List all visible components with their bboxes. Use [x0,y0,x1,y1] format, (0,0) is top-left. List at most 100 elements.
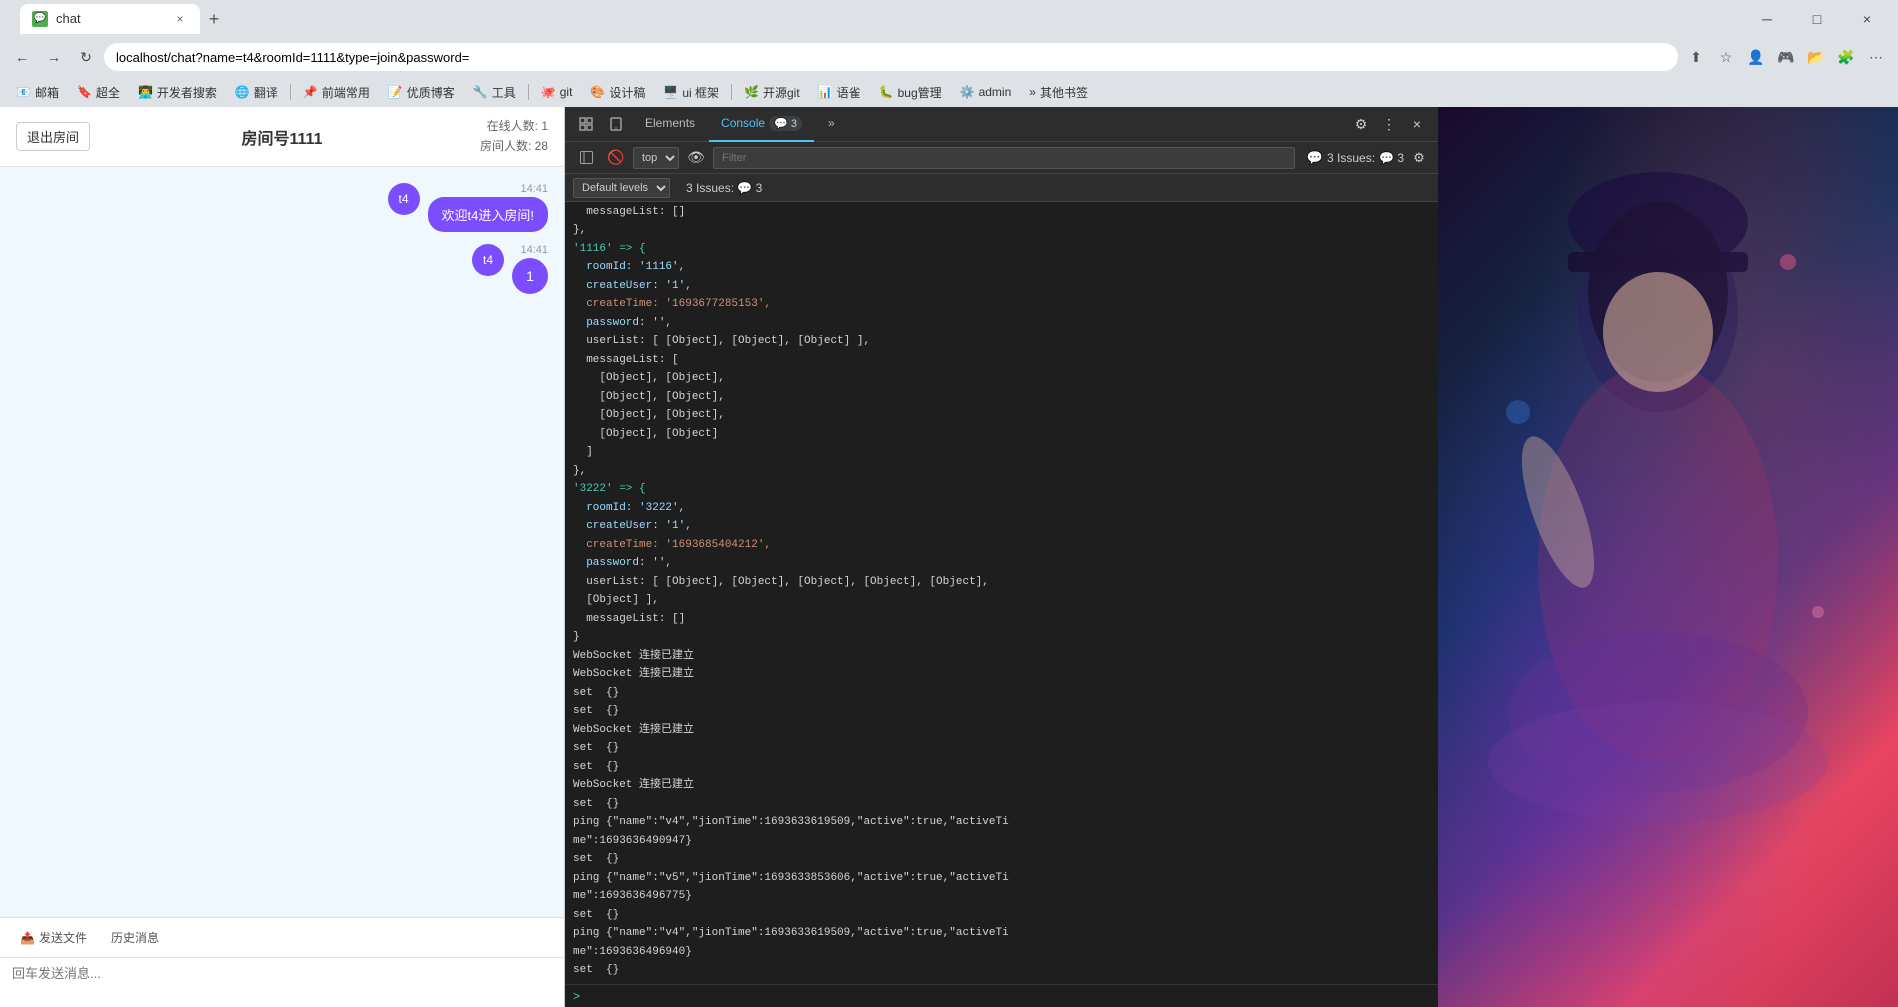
refresh-button[interactable]: ↻ [72,43,100,71]
history-button[interactable]: 历史消息 [103,925,167,950]
bookmark-blog[interactable]: 📝 优质博客 [380,81,463,103]
console-sidebar-icon[interactable] [573,145,599,171]
console-filter-input[interactable] [713,147,1295,169]
tab-title: chat [56,11,164,26]
issues-label: 3 Issues: [1327,151,1375,165]
message-content: 14:41 欢迎t4进入房间! [428,183,548,232]
console-line: roomId: '3222', [573,499,1430,518]
console-levels-bar: Default levels 3 Issues: 💬 3 [565,174,1438,202]
admin-bm-icon: ⚙️ [960,85,975,99]
console-clear-icon[interactable]: 🚫 [603,145,629,171]
tab-bar: 💬 chat × + [20,4,1740,34]
default-levels-select[interactable]: Default levels [573,178,670,198]
bookmark-quanquan[interactable]: 🔖 超全 [69,81,128,103]
accounts-icon[interactable]: 👤 [1742,43,1770,71]
avatar: t4 [472,244,504,276]
console-output[interactable]: ▶ password:userList: [ [Object] ],messag… [565,202,1438,984]
yuque-bm-icon: 📊 [818,85,833,99]
message-content: 14:41 1 [512,244,548,294]
console-input-line: > [565,984,1438,1007]
back-button[interactable]: ← [8,43,36,71]
devtools-close-icon[interactable]: × [1404,111,1430,137]
console-line: set {} [573,684,1430,703]
quanquan-bm-icon: 🔖 [77,85,92,99]
console-settings-icon[interactable]: ⚙ [1408,147,1430,169]
bookmark-opensource[interactable]: 🌿 开源git [736,81,808,103]
bookmark-design[interactable]: 🎨 设计稿 [582,81,653,103]
devtools-actions: ⚙ ⋮ × [1348,111,1430,137]
console-line: userList: [ [Object], [Object], [Object]… [573,573,1430,592]
frontend-bm-icon: 📌 [303,85,318,99]
chat-toolbar: 📤 发送文件 历史消息 [0,917,564,957]
bookmark-bug[interactable]: 🐛 bug管理 [871,81,950,103]
devtools-device-icon[interactable] [603,111,629,137]
bookmark-ui[interactable]: 🖥️ ui 框架 [655,81,727,103]
minimize-button[interactable]: ─ [1744,4,1790,34]
new-tab-button[interactable]: + [200,6,228,34]
bookmark-separator-1 [290,84,291,100]
close-button[interactable]: × [1844,4,1890,34]
tab-console[interactable]: Console 💬 3 [709,107,814,142]
devtools-settings-icon[interactable]: ⚙ [1348,111,1374,137]
address-input[interactable] [104,43,1678,71]
share-icon[interactable]: ⬆ [1682,43,1710,71]
console-input[interactable] [584,990,1430,1003]
bookmark-separator-3 [731,84,732,100]
console-line: createUser: '1', [573,277,1430,296]
console-line: set {} [573,739,1430,758]
console-line: roomId: '1116', [573,258,1430,277]
console-prompt: > [573,989,580,1003]
issues-display: 3 Issues: 💬 3 [686,181,762,195]
console-eye-icon[interactable]: 👁 [683,145,709,171]
bookmark-icon[interactable]: ☆ [1712,43,1740,71]
console-line: set {} [573,758,1430,777]
console-line: me":1693636496940} [573,943,1430,962]
bookmark-frontend[interactable]: 📌 前端常用 [295,81,378,103]
bookmark-yuque[interactable]: 📊 语雀 [810,81,869,103]
address-bar: ← → ↻ ⬆ ☆ 👤 🎮 📂 🧩 ⋯ [0,37,1898,77]
maximize-button[interactable]: □ [1794,4,1840,34]
browser-tab-chat[interactable]: 💬 chat × [20,4,200,34]
console-line: '1116' => { [573,240,1430,259]
tab-elements[interactable]: Elements [633,107,707,142]
devtools-header: Elements Console 💬 3 » ⚙ ⋮ × [565,107,1438,142]
tab-more[interactable]: » [816,107,847,142]
bookmark-translate[interactable]: 🌐 翻译 [227,81,286,103]
bookmark-tools-label: 工具 [492,84,516,101]
collections-icon[interactable]: 📂 [1802,43,1830,71]
bookmark-email[interactable]: 📧 邮箱 [8,81,67,103]
message-bubble: 欢迎t4进入房间! [428,197,548,232]
console-line: me":1693636490947} [573,832,1430,851]
bookmark-tools[interactable]: 🔧 工具 [465,81,524,103]
bookmark-more[interactable]: » 其他书签 [1021,81,1096,103]
exit-room-button[interactable]: 退出房间 [16,122,90,151]
console-line: ping {"name":"v4","jionTime":16936336195… [573,924,1430,943]
bookmark-git-label: git [560,85,573,99]
bookmark-more-label: 其他书签 [1040,84,1088,101]
send-file-label: 发送文件 [39,929,87,946]
anime-background [1438,107,1898,1007]
email-bm-icon: 📧 [16,85,31,99]
devtools-inspect-icon[interactable] [573,111,599,137]
bookmarks-bar: 📧 邮箱 🔖 超全 👨‍💻 开发者搜索 🌐 翻译 📌 前端常用 📝 优质博客 🔧… [0,77,1898,107]
more-tools-icon[interactable]: ⋯ [1862,43,1890,71]
devtools-more-icon[interactable]: ⋮ [1376,111,1402,137]
send-file-button[interactable]: 📤 发送文件 [12,925,95,950]
console-line: messageList: [] [573,203,1430,222]
tab-close-button[interactable]: × [172,11,188,27]
bookmark-devtools[interactable]: 👨‍💻 开发者搜索 [130,81,225,103]
titlebar-actions: ─ □ × [1744,4,1890,34]
console-top-select[interactable]: top [633,147,679,169]
chat-header: 退出房间 房间号1111 在线人数: 1 房间人数: 28 [0,107,564,167]
room-title: 房间号1111 [242,125,323,149]
console-line: set {} [573,850,1430,869]
chat-app: 退出房间 房间号1111 在线人数: 1 房间人数: 28 14:41 欢迎t4… [0,107,565,1007]
room-count: 房间人数: 28 [480,137,548,156]
gaming-icon[interactable]: 🎮 [1772,43,1800,71]
history-label: 历史消息 [111,929,159,946]
forward-button[interactable]: → [40,43,68,71]
bookmark-git[interactable]: 🐙 git [533,81,581,103]
bookmark-admin[interactable]: ⚙️ admin [952,81,1020,103]
extensions-icon[interactable]: 🧩 [1832,43,1860,71]
chat-input[interactable] [12,966,552,981]
